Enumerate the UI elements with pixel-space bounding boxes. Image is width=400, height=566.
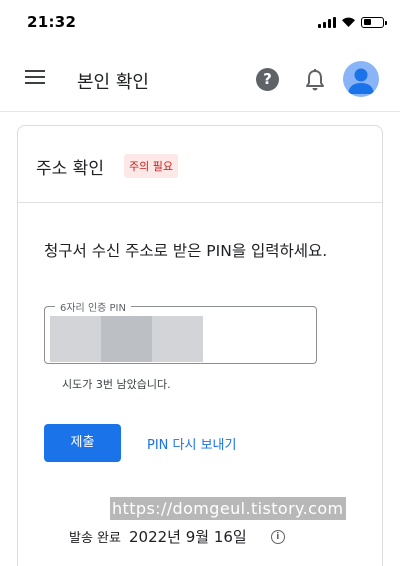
signal-icon — [318, 16, 336, 28]
card-title: 주소 확인 — [36, 159, 104, 179]
submit-button[interactable]: 제출 — [44, 424, 121, 462]
wifi-icon — [342, 17, 355, 27]
battery-icon — [361, 16, 387, 28]
attempts-remaining: 시도가 3번 남았습니다. — [62, 378, 171, 391]
help-icon[interactable]: ? — [256, 68, 279, 91]
app-bar: 본인 확인 ? — [0, 44, 400, 112]
status-time: 21:32 — [27, 13, 77, 31]
pin-input-label: 6자리 인증 PIN — [55, 299, 131, 314]
page-title: 본인 확인 — [77, 72, 149, 93]
resend-pin-link[interactable]: PIN 다시 보내기 — [147, 434, 236, 453]
watermark: https://domgeul.tistory.com — [110, 497, 346, 520]
pin-input[interactable]: 6자리 인증 PIN — [44, 299, 317, 364]
instruction-text: 청구서 수신 주소로 받은 PIN을 입력하세요. — [44, 242, 328, 260]
pin-redaction — [50, 316, 203, 362]
card-header: 주소 확인 주의 필요 — [18, 126, 382, 203]
sent-label: 발송 완료 — [69, 531, 121, 546]
status-badge: 주의 필요 — [124, 154, 178, 178]
status-icons — [318, 15, 387, 29]
sent-date: 2022년 9월 16일 — [128, 528, 247, 546]
bell-icon[interactable] — [304, 68, 326, 92]
sent-info: 발송 완료 2022년 9월 16일 i — [69, 526, 285, 547]
info-icon[interactable]: i — [270, 529, 285, 544]
menu-icon[interactable] — [25, 70, 47, 88]
avatar[interactable] — [343, 61, 379, 97]
avatar-icon — [348, 68, 374, 94]
status-bar: 21:32 — [0, 0, 400, 44]
